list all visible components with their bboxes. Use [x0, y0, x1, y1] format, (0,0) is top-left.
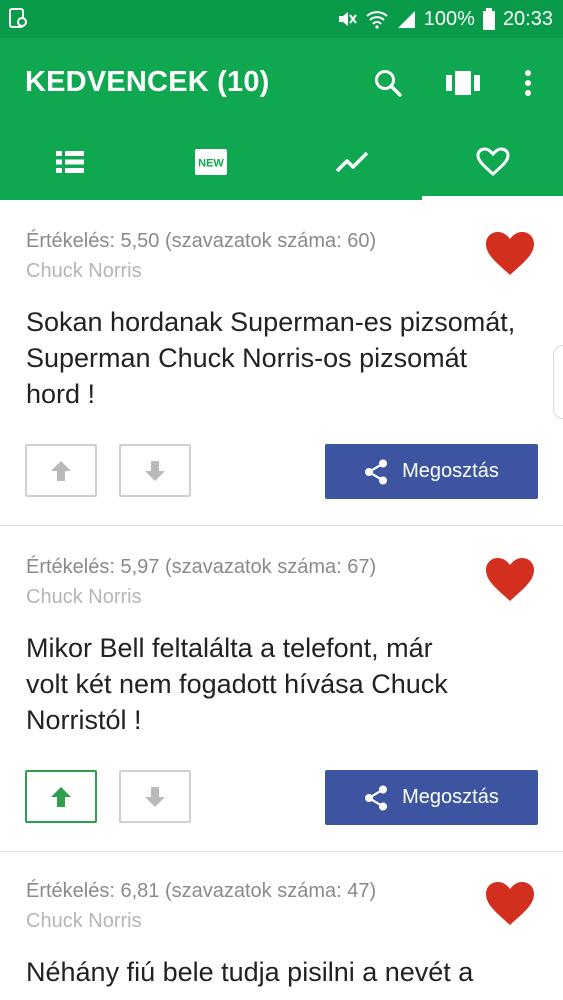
joke-line: Néhány fiú bele tudja pisilni a nevét a: [26, 957, 474, 987]
tab-new[interactable]: NEW: [141, 124, 282, 200]
rating-text: Értékelés: 6,81 (szavazatok száma: 47): [26, 880, 377, 902]
tab-bar: NEW: [0, 124, 563, 200]
joke-text: Néhány fiú bele tudja pisilni a nevét a: [26, 954, 536, 990]
clock: 20:33: [502, 7, 553, 30]
joke-line: hord !: [26, 379, 96, 409]
joke-card: Értékelés: 6,81 (szavazatok száma: 47) C…: [0, 852, 563, 1000]
wifi-icon: [366, 11, 388, 29]
battery-icon: [482, 8, 495, 30]
screen-notification-icon: [9, 8, 27, 28]
new-badge-text: NEW: [198, 158, 224, 170]
status-bar: 100% 20:33: [0, 0, 563, 38]
search-button[interactable]: [368, 63, 408, 103]
tab-trending[interactable]: [282, 124, 423, 200]
author-name: Chuck Norris: [26, 586, 142, 608]
arrow-up-icon: [51, 786, 71, 807]
arrow-down-icon: [145, 786, 165, 807]
signal-icon: [397, 11, 415, 28]
scroll-indicator[interactable]: [553, 345, 563, 419]
tab-list[interactable]: [0, 124, 141, 200]
joke-line: Sokan hordanak Superman-es pizsomát,: [26, 307, 516, 337]
joke-line: Norristól !: [26, 705, 142, 735]
view-carousel-icon: [446, 71, 480, 95]
trending-icon: [335, 151, 368, 173]
favorite-heart-icon[interactable]: [485, 557, 535, 603]
share-label: Megosztás: [402, 786, 499, 808]
downvote-button[interactable]: [119, 444, 191, 497]
upvote-button[interactable]: [25, 444, 97, 497]
arrow-down-icon: [145, 460, 165, 481]
search-icon: [375, 70, 402, 97]
share-icon: [365, 459, 388, 484]
joke-line: Superman Chuck Norris-os pizsomát: [26, 343, 468, 373]
joke-card: Értékelés: 5,97 (szavazatok száma: 67) C…: [0, 526, 563, 852]
battery-percent: 100%: [423, 7, 475, 30]
downvote-button[interactable]: [119, 770, 191, 823]
joke-text: Sokan hordanak Superman-es pizsomát, Sup…: [26, 304, 536, 412]
author-name: Chuck Norris: [26, 910, 142, 932]
share-icon: [365, 785, 388, 810]
joke-text: Mikor Bell feltalálta a telefont, már vo…: [26, 630, 536, 738]
more-vert-icon: [525, 70, 531, 96]
joke-line: volt két nem fogadott hívása Chuck: [26, 669, 448, 699]
new-badge-icon: NEW: [195, 149, 228, 175]
view-mode-button[interactable]: [443, 63, 483, 103]
upvote-button[interactable]: [25, 770, 97, 823]
tab-favorites[interactable]: [422, 124, 563, 200]
share-button[interactable]: Megosztás: [325, 770, 538, 825]
rating-text: Értékelés: 5,97 (szavazatok száma: 67): [26, 556, 377, 578]
page-title: KEDVENCEK (10): [25, 66, 270, 98]
app-bar: KEDVENCEK (10) NEW: [0, 38, 563, 200]
joke-card: Értékelés: 5,50 (szavazatok száma: 60) C…: [0, 200, 563, 526]
favorite-heart-icon[interactable]: [485, 231, 535, 277]
author-name: Chuck Norris: [26, 260, 142, 282]
more-options-button[interactable]: [508, 63, 548, 103]
favorite-heart-icon[interactable]: [485, 881, 535, 927]
share-label: Megosztás: [402, 460, 499, 482]
mute-icon: [338, 12, 357, 26]
joke-line: Mikor Bell feltalálta a telefont, már: [26, 633, 433, 663]
rating-text: Értékelés: 5,50 (szavazatok száma: 60): [26, 230, 377, 252]
share-button[interactable]: Megosztás: [325, 444, 538, 499]
arrow-up-icon: [51, 460, 71, 481]
list-icon: [56, 151, 85, 173]
heart-outline-icon: [476, 147, 510, 177]
